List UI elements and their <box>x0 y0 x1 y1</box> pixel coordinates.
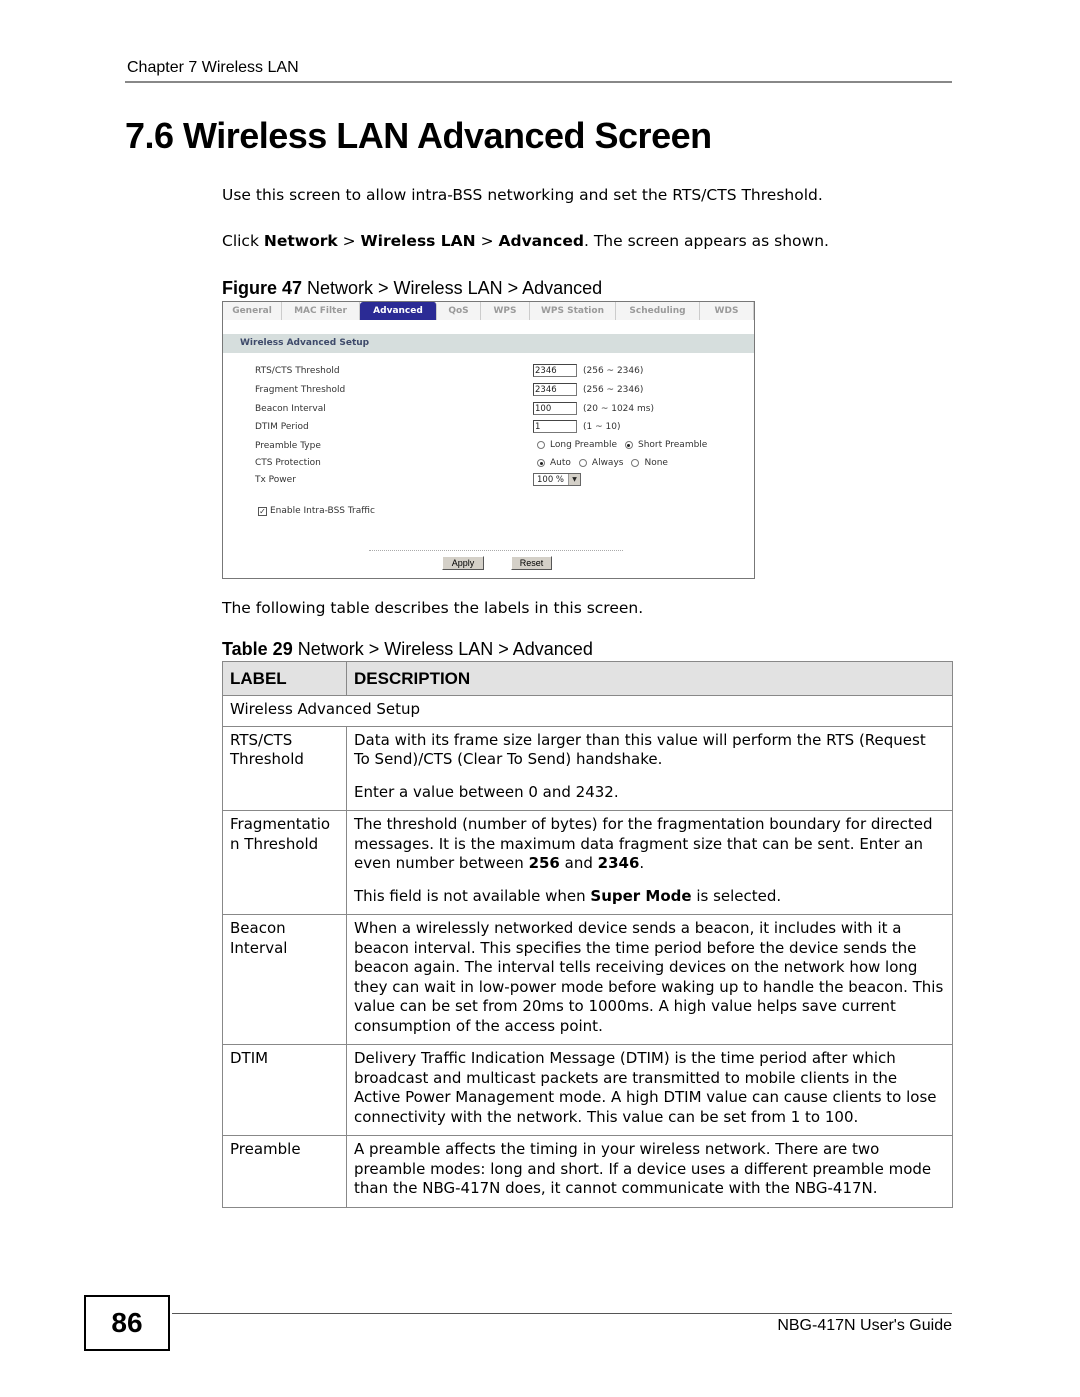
dtim-period-label: DTIM Period <box>255 422 309 432</box>
tab-general[interactable]: General <box>223 302 282 320</box>
tab-bar: General MAC Filter Advanced QoS WPS WPS … <box>223 302 754 321</box>
tab-qos[interactable]: QoS <box>437 302 481 320</box>
dtim-period-range: (1 ~ 10) <box>583 422 621 432</box>
radio-short-preamble[interactable] <box>624 441 633 449</box>
radio-cts-always[interactable] <box>578 459 587 467</box>
figure-caption: Figure 47 Network > Wireless LAN > Advan… <box>222 278 603 298</box>
fragment-threshold-range: (256 ~ 2346) <box>583 385 644 395</box>
preamble-type-group: Long Preamble Short Preamble <box>537 440 707 450</box>
click-path-paragraph: Click Network > Wireless LAN > Advanced.… <box>222 232 829 250</box>
section-heading-bar: Wireless Advanced Setup <box>223 334 754 353</box>
header-label: LABEL <box>222 661 347 696</box>
table-row: RTS/CTS Threshold Data with its frame si… <box>222 725 953 811</box>
beacon-interval-label: Beacon Interval <box>255 404 326 414</box>
tab-wps-station[interactable]: WPS Station <box>530 302 616 320</box>
chevron-down-icon: ▼ <box>568 474 580 485</box>
rts-threshold-label: RTS/CTS Threshold <box>255 366 340 376</box>
following-text: The following table describes the labels… <box>222 599 644 617</box>
preamble-type-label: Preamble Type <box>255 441 321 451</box>
table-row: Beacon Interval When a wirelessly networ… <box>222 914 953 1045</box>
description-table: LABEL DESCRIPTION Wireless Advanced Setu… <box>222 661 953 1208</box>
beacon-interval-input[interactable]: 100 <box>533 402 577 415</box>
cts-protection-group: Auto Always None <box>537 458 668 468</box>
intra-bss-row: ✓ Enable Intra-BSS Traffic <box>258 506 375 516</box>
radio-cts-auto[interactable] <box>537 459 545 467</box>
tab-wps[interactable]: WPS <box>481 302 530 320</box>
tab-mac-filter[interactable]: MAC Filter <box>282 302 360 320</box>
nav-step-wireless-lan: Wireless LAN <box>360 232 476 250</box>
screenshot-figure: General MAC Filter Advanced QoS WPS WPS … <box>222 301 755 579</box>
rts-threshold-range: (256 ~ 2346) <box>583 366 644 376</box>
cts-protection-label: CTS Protection <box>255 458 321 468</box>
dtim-period-input[interactable]: 1 <box>533 420 577 433</box>
intra-bss-checkbox[interactable]: ✓ <box>258 506 267 516</box>
header-description: DESCRIPTION <box>346 661 953 696</box>
page-number: 86 <box>84 1295 170 1351</box>
table-section-row: Wireless Advanced Setup <box>222 695 953 727</box>
table-row: Preamble A preamble affects the timing i… <box>222 1135 953 1208</box>
radio-long-preamble[interactable] <box>537 441 545 449</box>
header-rule <box>125 81 952 83</box>
guide-title: NBG-417N User's Guide <box>777 1317 952 1334</box>
reset-button[interactable]: Reset <box>511 556 552 570</box>
tx-power-select[interactable]: 100 % ▼ <box>533 473 581 486</box>
tab-wds[interactable]: WDS <box>700 302 754 320</box>
tab-scheduling[interactable]: Scheduling <box>616 302 700 320</box>
tx-power-label: Tx Power <box>255 475 296 485</box>
section-title: 7.6 Wireless LAN Advanced Screen <box>125 115 712 156</box>
table-row: DTIM Delivery Traffic Indication Message… <box>222 1044 953 1136</box>
tab-advanced[interactable]: Advanced <box>360 302 437 320</box>
rts-threshold-input[interactable]: 2346 <box>533 364 577 377</box>
chapter-header: Chapter 7 Wireless LAN <box>127 59 299 76</box>
fragment-threshold-label: Fragment Threshold <box>255 385 346 395</box>
table-caption: Table 29 Network > Wireless LAN > Advanc… <box>222 639 593 659</box>
fragment-threshold-input[interactable]: 2346 <box>533 383 577 396</box>
dotted-divider <box>369 550 623 551</box>
nav-step-network: Network <box>263 232 338 250</box>
radio-cts-none[interactable] <box>631 459 640 467</box>
intro-paragraph: Use this screen to allow intra-BSS netwo… <box>222 186 823 204</box>
footer-rule <box>172 1313 952 1314</box>
table-row: Fragmentatio n Threshold The threshold (… <box>222 810 953 915</box>
beacon-interval-range: (20 ~ 1024 ms) <box>583 404 654 414</box>
table-header-row: LABEL DESCRIPTION <box>222 661 953 696</box>
nav-step-advanced: Advanced <box>498 232 584 250</box>
apply-button[interactable]: Apply <box>442 556 484 570</box>
